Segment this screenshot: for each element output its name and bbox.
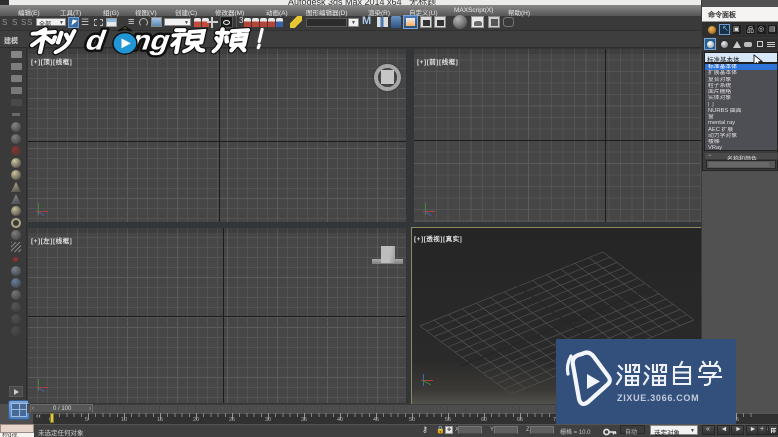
svg-text:ZIXUE.3066.COM: ZIXUE.3066.COM: [617, 393, 699, 403]
svg-text:d: d: [84, 26, 108, 56]
